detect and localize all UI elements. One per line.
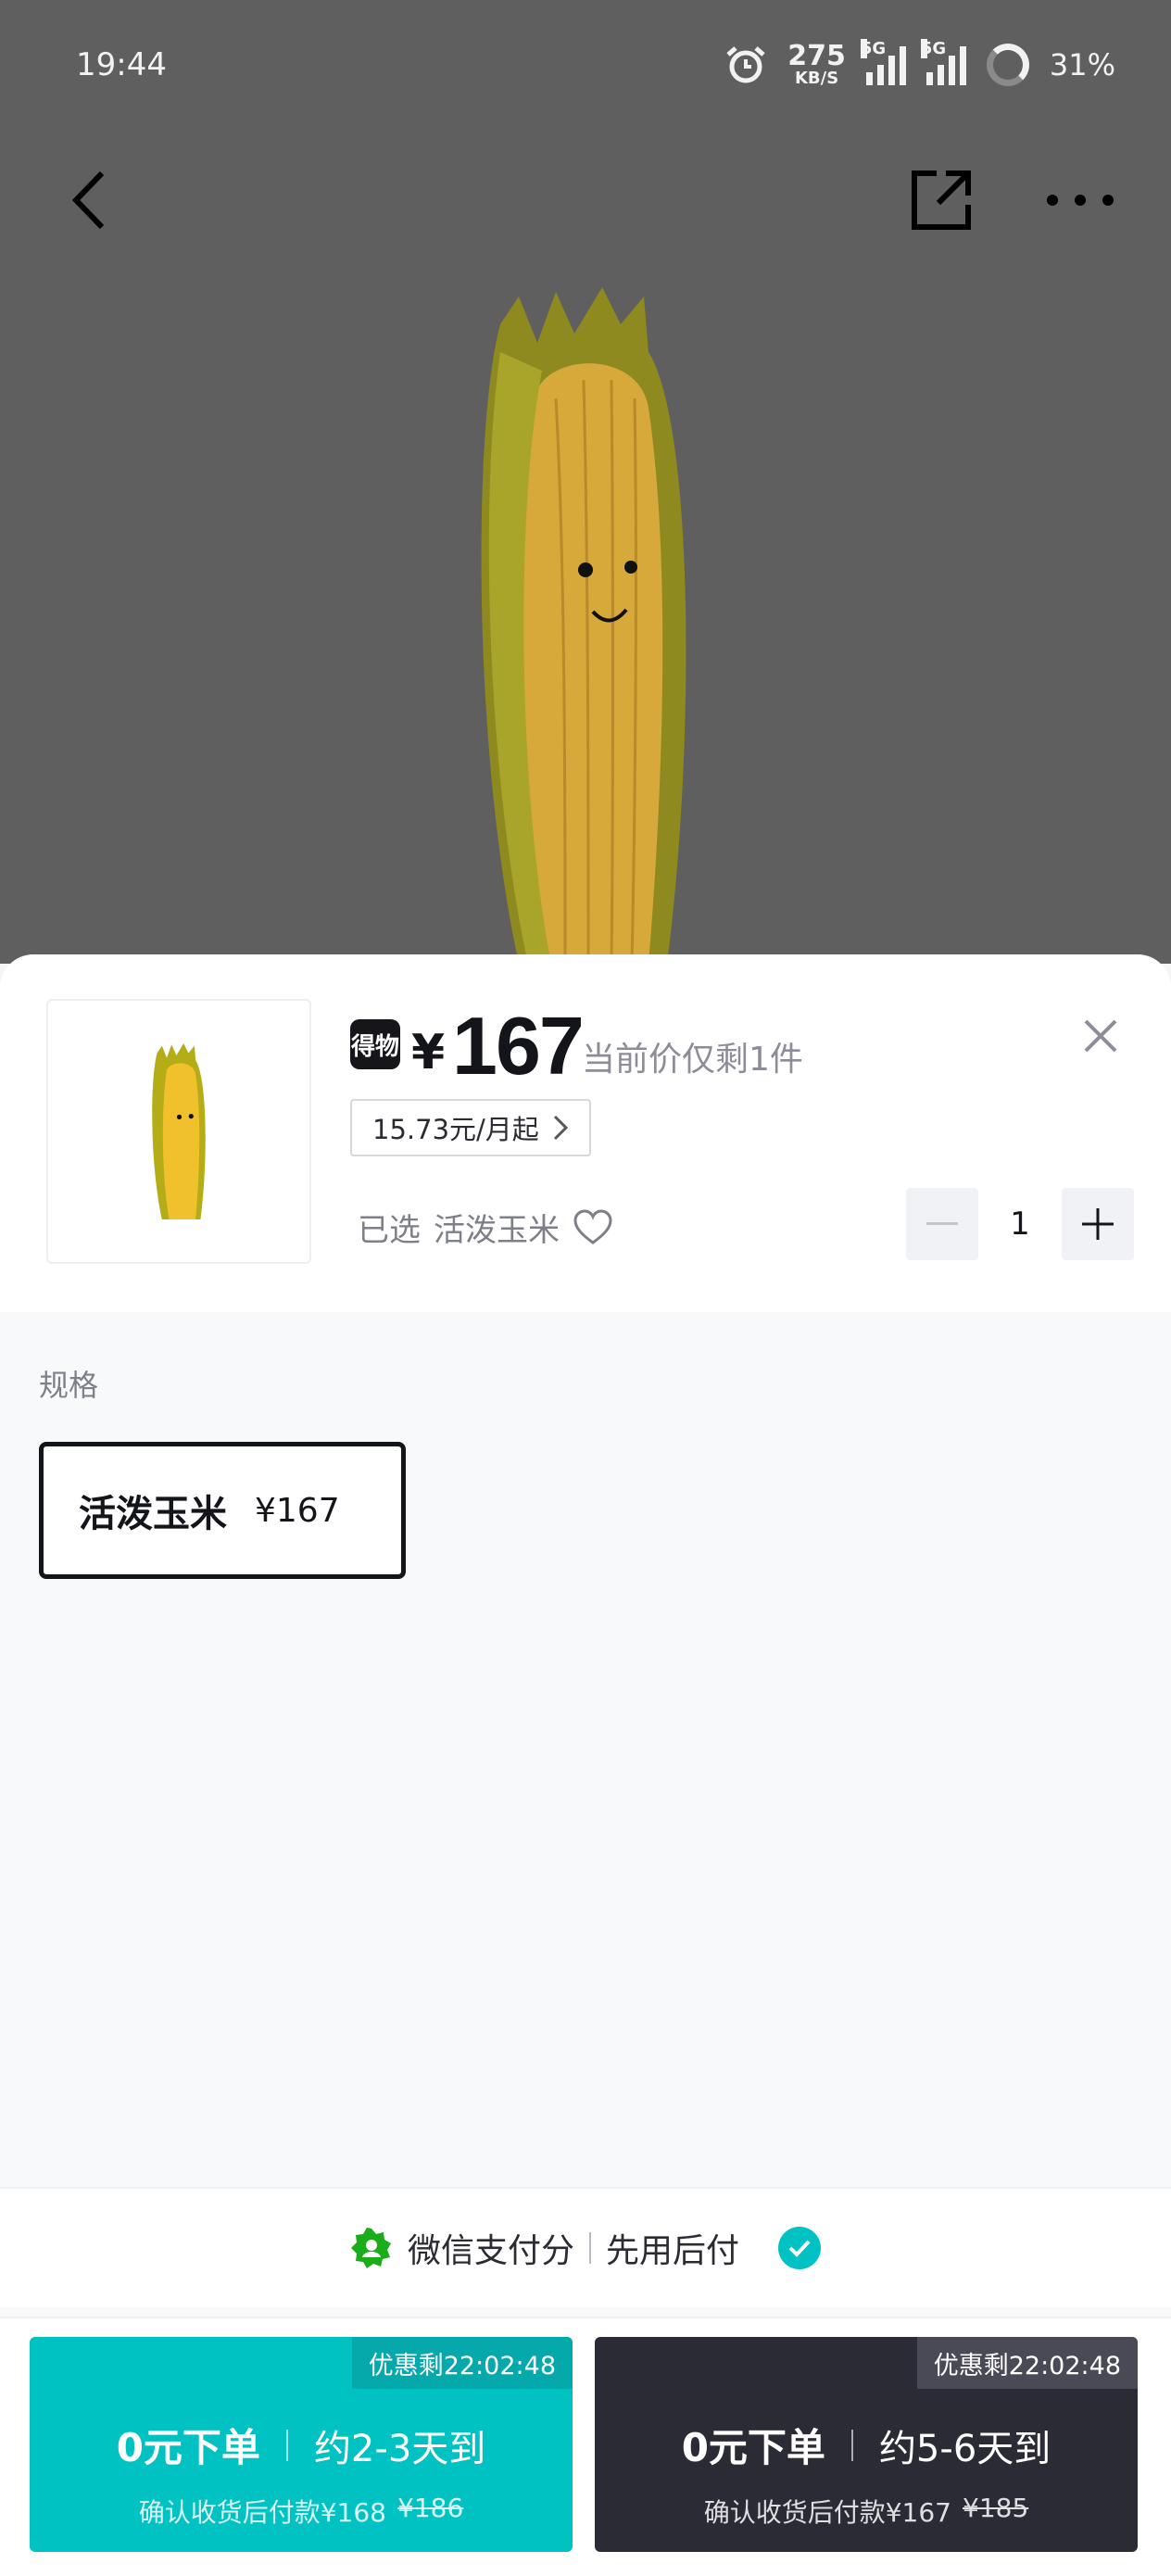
currency-symbol: ¥ [411, 1025, 446, 1080]
buy-standard-button[interactable]: 优惠剩22:02:48 0元下单 约5-6天到 确认收货后付款¥167 ¥185 [595, 2337, 1138, 2552]
pay-after-note: 确认收货后付款¥167 [703, 2497, 951, 2528]
buy-subline: 确认收货后付款¥167 ¥185 [595, 2493, 1138, 2530]
more-icon [1047, 195, 1114, 206]
corn-thumbnail-image [152, 1043, 206, 1219]
status-time: 19:44 [76, 46, 167, 83]
product-image-backdrop: 19:44 275 KB/S 5G 5G 31% [0, 0, 1171, 964]
brand-badge: 得物 [350, 1019, 400, 1069]
original-price: ¥186 [397, 2493, 464, 2523]
check-icon [788, 2240, 811, 2257]
close-icon [1084, 1019, 1117, 1053]
alarm-icon [726, 46, 765, 83]
buy-title: 0元下单 [681, 2425, 825, 2470]
installment-button[interactable]: 15.73元/月起 [350, 1099, 591, 1156]
close-button[interactable] [1073, 1008, 1128, 1064]
battery-percent: 31% [1049, 47, 1115, 82]
spec-section-label: 规格 [39, 1368, 99, 1403]
signal-1-icon: 5G [860, 39, 906, 85]
back-button[interactable] [52, 163, 126, 237]
minus-icon [926, 1222, 958, 1225]
selected-label: 已选 [358, 1212, 421, 1249]
signal-2-icon: 5G [920, 39, 966, 85]
product-thumbnail [46, 999, 311, 1264]
back-arrow-icon [71, 170, 105, 230]
stock-note: 当前价仅剩1件 [582, 1041, 803, 1079]
wechat-pay-score-icon [350, 2228, 391, 2268]
payment-check[interactable] [778, 2227, 822, 2269]
buy-subline: 确认收货后付款¥168 ¥186 [30, 2493, 573, 2530]
buy-separator [850, 2429, 853, 2461]
decrease-button[interactable] [906, 1188, 978, 1260]
corn-plush-image [481, 287, 686, 964]
buy-separator [285, 2429, 288, 2461]
status-icons: 275 KB/S 5G 5G 31% [724, 39, 1115, 88]
quantity-stepper: 1 [906, 1188, 1134, 1260]
countdown-badge: 优惠剩22:02:48 [351, 2337, 573, 2389]
sku-selector-sheet: 得物 ¥ 167 当前价仅剩1件 15.73元/月起 已选 活泼玉米 1 规格 … [0, 954, 1171, 2576]
share-button[interactable] [904, 163, 978, 237]
countdown-badge: 优惠剩22:02:48 [916, 2337, 1138, 2389]
selected-value: 活泼玉米 [434, 1212, 560, 1249]
status-bar: 19:44 275 KB/S 5G 5G 31% [0, 0, 1171, 130]
share-icon [912, 170, 971, 230]
spec-option-name: 活泼玉米 [79, 1493, 227, 1535]
buy-title-line: 0元下单 约2-3天到 [30, 2417, 573, 2473]
selected-summary: 已选 活泼玉米 [358, 1205, 613, 1250]
delivery-eta: 约5-6天到 [878, 2427, 1051, 2470]
spec-option-selected[interactable]: 活泼玉米 ¥167 [39, 1442, 406, 1579]
battery-icon [986, 44, 1029, 86]
action-bar: 优惠剩22:02:48 0元下单 约2-3天到 确认收货后付款¥168 ¥186… [0, 2317, 1171, 2576]
product-price: 167 [452, 1000, 585, 1092]
delivery-eta: 约2-3天到 [313, 2427, 486, 2470]
spec-option-price: ¥167 [255, 1491, 340, 1530]
quantity-value[interactable]: 1 [978, 1206, 1062, 1243]
installment-text: 15.73元/月起 [372, 1114, 539, 1145]
payment-provider: 微信支付分 [407, 2232, 574, 2270]
net-speed: 275 KB/S [787, 40, 846, 88]
buy-title-line: 0元下单 约5-6天到 [595, 2417, 1138, 2473]
payment-feature: 先用后付 [606, 2232, 740, 2270]
pay-after-note: 确认收货后付款¥168 [138, 2497, 386, 2528]
more-button[interactable] [1043, 163, 1117, 237]
sheet-header: 得物 ¥ 167 当前价仅剩1件 15.73元/月起 已选 活泼玉米 1 [0, 954, 1171, 1312]
buy-fast-button[interactable]: 优惠剩22:02:48 0元下单 约2-3天到 确认收货后付款¥168 ¥186 [30, 2337, 573, 2552]
increase-button[interactable] [1062, 1188, 1134, 1260]
payment-method-row[interactable]: 微信支付分 先用后付 [0, 2187, 1171, 2307]
heart-icon[interactable] [573, 1208, 613, 1246]
buy-title: 0元下单 [116, 2425, 260, 2470]
payment-divider [589, 2232, 591, 2264]
original-price: ¥185 [963, 2493, 1029, 2523]
chevron-right-icon [553, 1115, 568, 1141]
plus-icon [1082, 1208, 1114, 1240]
